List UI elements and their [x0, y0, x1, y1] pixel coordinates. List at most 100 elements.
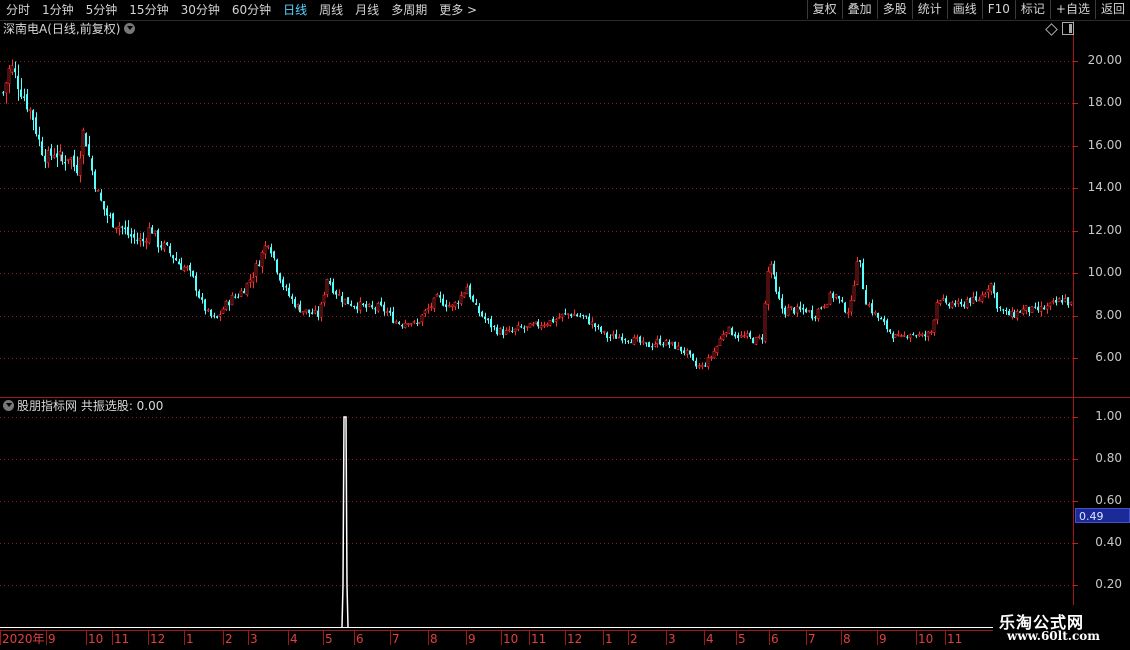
candle-body: [243, 290, 245, 294]
candle-body: [662, 344, 664, 346]
price-tick: 6.00: [1095, 350, 1122, 364]
candle-body: [926, 331, 930, 337]
candle-body: [35, 117, 37, 134]
date-tick-label: 2: [630, 632, 638, 646]
price-tick: 8.00: [1095, 308, 1122, 322]
candle-body: [442, 298, 444, 306]
candle-body: [409, 323, 413, 325]
candle-body: [617, 336, 621, 339]
candle-body: [175, 258, 177, 261]
candle-body: [78, 157, 82, 176]
candle-body: [902, 335, 906, 337]
candle-body: [103, 201, 105, 210]
candle-body: [769, 263, 773, 274]
panel-toggle-icon[interactable]: [1062, 22, 1074, 35]
candle-body: [534, 321, 538, 324]
candle-body: [659, 338, 661, 345]
candle-body: [915, 335, 917, 337]
candle-body: [401, 325, 403, 327]
candle-body: [570, 314, 572, 317]
candle-body: [313, 310, 317, 314]
candle-body: [420, 314, 424, 323]
candle-body: [846, 312, 850, 315]
candle-body: [737, 335, 739, 339]
chevron-down-icon[interactable]: [3, 400, 14, 411]
candle-body: [445, 304, 447, 308]
candle-body: [56, 153, 58, 158]
kline-chart-canvas[interactable]: [0, 0, 1130, 650]
diamond-icon[interactable]: [1045, 23, 1058, 36]
candle-body: [582, 315, 584, 317]
indicator-title: 股朋指标网 共振选股: 0.00: [3, 398, 163, 414]
candle-body: [216, 316, 218, 318]
candle-body: [432, 297, 436, 309]
candle-body: [124, 227, 126, 230]
chart-mini-icons: [1045, 22, 1074, 36]
candle-body: [977, 299, 981, 302]
indicator-tick: 1.00: [1095, 409, 1122, 423]
candle-body: [752, 338, 754, 344]
price-tick: 10.00: [1087, 265, 1122, 279]
date-tick-label: 9: [468, 632, 476, 646]
candle-body: [142, 238, 144, 242]
candle-body: [653, 344, 657, 347]
candle-body: [182, 266, 186, 272]
candle-body: [554, 319, 558, 322]
candle-body: [956, 300, 960, 305]
candle-body: [576, 314, 578, 317]
candle-body: [564, 313, 566, 315]
candle-body: [963, 304, 965, 307]
candle-body: [537, 321, 539, 327]
candle-body: [335, 291, 337, 295]
candle-body: [588, 316, 590, 325]
date-tick-label: 1: [605, 632, 613, 646]
candle-body: [224, 300, 228, 310]
candle-body: [195, 275, 197, 291]
candle-body: [311, 312, 313, 315]
candle-body: [28, 108, 32, 111]
candle-body: [337, 293, 341, 296]
candle-body: [114, 227, 118, 230]
candle-body: [996, 292, 998, 309]
candle-body: [799, 306, 801, 310]
date-tick-label: 9: [48, 632, 56, 646]
candle-body: [453, 301, 457, 308]
candle-body: [525, 325, 529, 328]
indicator-tick: 0.60: [1095, 493, 1122, 507]
candle-body: [213, 315, 215, 317]
candle-body: [17, 75, 19, 90]
date-axis: 2020年 9 10 11 12 1 2 3 4 5 6 7 8 9 10 11 12 1 2 3 4 5 6 7 8 9 10 11: [0, 631, 1000, 650]
candle-body: [950, 302, 954, 308]
candle-body: [585, 315, 587, 317]
candle-body: [162, 242, 166, 250]
price-tick: 18.00: [1087, 95, 1122, 109]
candle-body: [2, 92, 4, 94]
candle-body: [484, 316, 486, 320]
date-tick-label: 12: [150, 632, 166, 646]
candle-body: [230, 294, 234, 306]
candle-body: [41, 141, 43, 156]
indicator-current-value: 0.49: [1075, 508, 1130, 523]
candle-body: [329, 280, 331, 285]
candle-body: [185, 266, 189, 269]
candle-body: [932, 319, 936, 333]
candle-body: [285, 286, 287, 288]
chevron-down-icon[interactable]: [124, 23, 136, 34]
candle-body: [778, 291, 780, 299]
candle-body: [130, 234, 132, 237]
candle-body: [539, 325, 543, 329]
candle-body: [1028, 306, 1030, 313]
candle-body: [4, 82, 8, 94]
candle-body: [664, 340, 668, 346]
candle-body: [954, 303, 956, 306]
candle-body: [886, 320, 888, 330]
candle-body: [986, 289, 990, 293]
candle-body: [789, 306, 793, 308]
candle-body: [106, 208, 108, 216]
candle-body: [724, 332, 728, 336]
candle-body: [871, 303, 873, 314]
candle-body: [121, 226, 123, 228]
candle-body: [849, 300, 853, 313]
candle-body: [523, 327, 525, 329]
date-tick-label: 10: [918, 632, 934, 646]
